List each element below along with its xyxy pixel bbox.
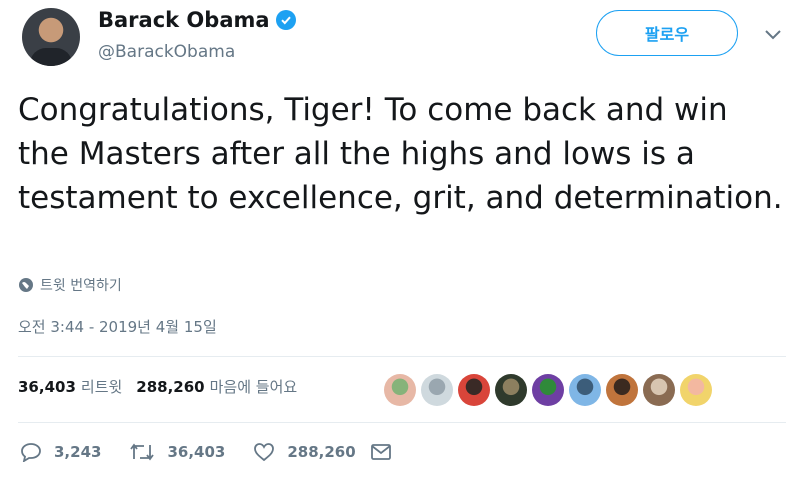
- likes-count[interactable]: 288,260: [136, 378, 204, 396]
- divider: [18, 422, 786, 423]
- liker-avatar[interactable]: [643, 374, 675, 406]
- author-handle[interactable]: @BarackObama: [98, 42, 235, 62]
- reply-count: 3,243: [54, 443, 102, 461]
- author-avatar[interactable]: [22, 8, 80, 66]
- liker-avatar[interactable]: [458, 374, 490, 406]
- liker-avatar[interactable]: [569, 374, 601, 406]
- chevron-down-icon[interactable]: [764, 26, 782, 45]
- translate-tweet-link[interactable]: 트윗 번역하기: [18, 275, 122, 295]
- reply-button[interactable]: 3,243: [20, 442, 101, 462]
- liker-avatar[interactable]: [421, 374, 453, 406]
- direct-message-button[interactable]: [370, 443, 392, 461]
- tweet-stats: 36,403 리트윗 288,260 마음에 들어요: [18, 376, 311, 397]
- author-name[interactable]: Barack Obama: [98, 8, 270, 32]
- retweet-count: 36,403: [167, 443, 226, 461]
- tweet-actions: 3,243 36,403 288,260: [20, 442, 420, 462]
- retweet-button[interactable]: 36,403: [129, 442, 225, 462]
- tweet-text: Congratulations, Tiger! To come back and…: [18, 92, 783, 216]
- tweet-timestamp[interactable]: 오전 3:44 - 2019년 4월 15일: [18, 316, 217, 337]
- liker-avatar[interactable]: [384, 374, 416, 406]
- globe-icon: [19, 278, 33, 292]
- liker-avatar[interactable]: [606, 374, 638, 406]
- likes-label[interactable]: 마음에 들어요: [210, 376, 298, 397]
- retweets-label[interactable]: 리트윗: [81, 376, 122, 397]
- direct-message-icon: [370, 444, 391, 460]
- like-icon: [254, 443, 275, 462]
- translate-label[interactable]: 트윗 번역하기: [40, 275, 122, 295]
- reply-icon: [21, 443, 41, 462]
- liker-avatars: [384, 374, 717, 406]
- author-name-row[interactable]: Barack Obama: [98, 8, 296, 32]
- liker-avatar[interactable]: [680, 374, 712, 406]
- follow-button[interactable]: 팔로우: [596, 10, 738, 56]
- liker-avatar[interactable]: [532, 374, 564, 406]
- retweets-count[interactable]: 36,403: [18, 378, 76, 396]
- divider: [18, 356, 786, 357]
- like-count: 288,260: [287, 443, 356, 461]
- like-button[interactable]: 288,260: [253, 442, 356, 462]
- verified-badge-icon: [275, 10, 296, 30]
- retweet-icon: [130, 443, 155, 461]
- liker-avatar[interactable]: [495, 374, 527, 406]
